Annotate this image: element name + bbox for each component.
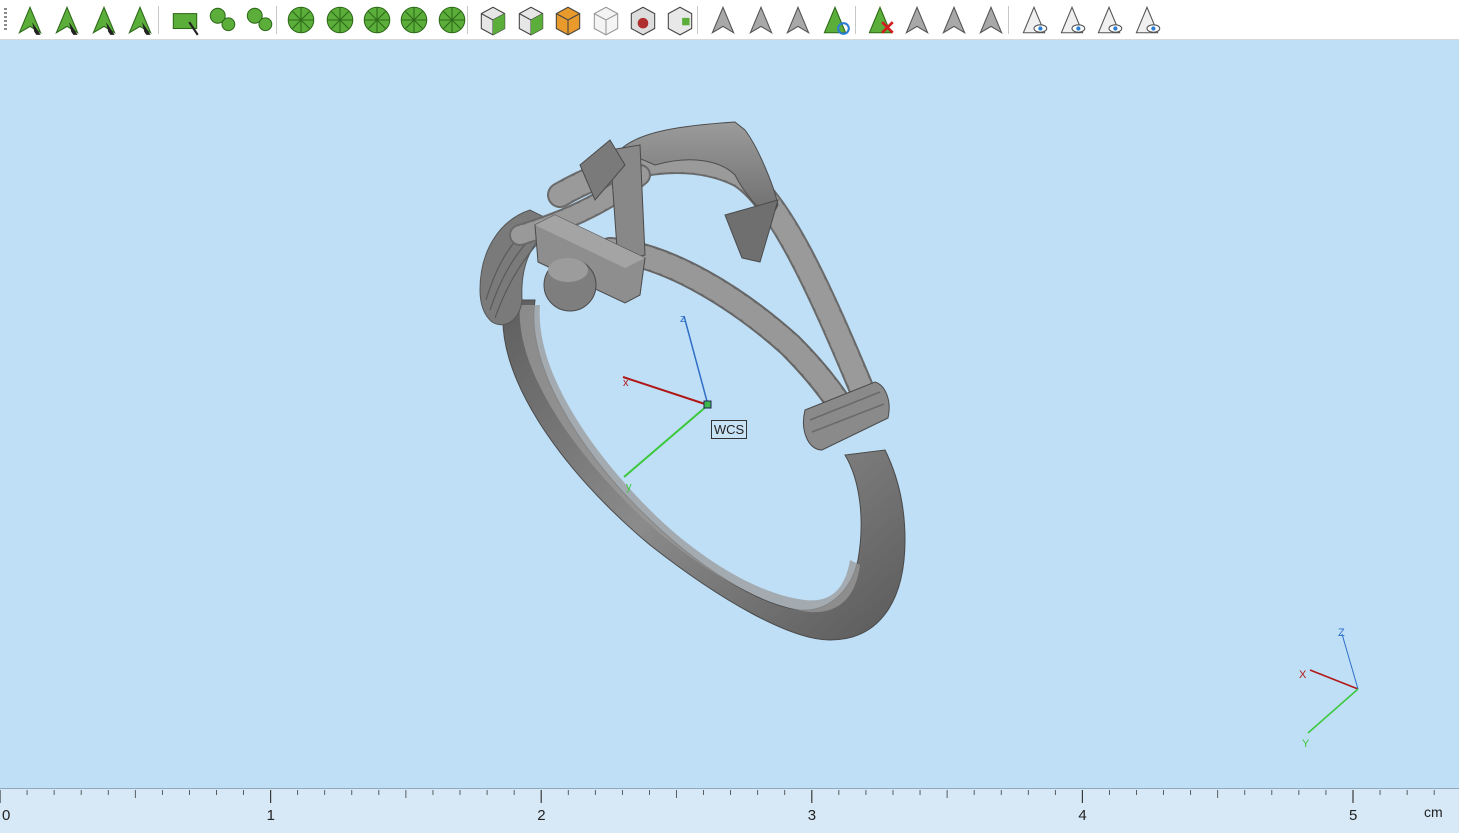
object-hide-icon: [1022, 5, 1048, 34]
wcs-label: WCS: [711, 420, 747, 439]
toolbar: [0, 0, 1459, 40]
object-select-button[interactable]: [706, 3, 740, 37]
object-multi-select-button[interactable]: [744, 3, 778, 37]
object-paste-icon: [979, 5, 1003, 35]
object-feature-select-button[interactable]: [781, 3, 815, 37]
object-hide-all-button[interactable]: [1130, 3, 1164, 37]
toolbar-separator: [855, 6, 856, 34]
object-paste-button[interactable]: [974, 3, 1008, 37]
object-eye-button[interactable]: [1092, 3, 1126, 37]
object-hide-all-icon: [1135, 5, 1161, 34]
mesh-wheel-button[interactable]: [397, 3, 431, 37]
select-point-icon: [18, 5, 42, 35]
triad-y-label: Y: [1302, 738, 1310, 750]
cube-orange-icon: [555, 6, 581, 36]
object-hide-button[interactable]: [1017, 3, 1051, 37]
viewport-scene: x y z X Y Z: [479, 121, 1359, 750]
object-refresh-button[interactable]: [818, 3, 852, 37]
object-split-button[interactable]: [900, 3, 934, 37]
mesh-star-icon: [363, 6, 391, 34]
ruler-label: 2: [537, 807, 546, 824]
toolbar-grip[interactable]: [4, 8, 7, 32]
face-blob-button[interactable]: [205, 3, 239, 37]
wcs-y-label: y: [626, 481, 632, 493]
ring-model[interactable]: [479, 121, 906, 641]
ruler-label: 0: [2, 807, 11, 824]
face-curve-icon: [246, 7, 273, 32]
object-delete-button[interactable]: [863, 3, 897, 37]
object-show-button[interactable]: [1055, 3, 1089, 37]
mesh-wheel-icon: [400, 6, 428, 34]
ruler-ticks: [0, 790, 1435, 803]
wcs-origin: [703, 400, 712, 409]
cube-green-icon: [667, 6, 693, 36]
mesh-sector-icon: [438, 6, 466, 34]
cube-red-icon: [630, 6, 656, 36]
select-curve-button[interactable]: [87, 3, 121, 37]
cube-orange-button[interactable]: [551, 3, 585, 37]
object-refresh-icon: [823, 5, 850, 35]
select-curve-icon: [92, 5, 116, 35]
select-surface-button[interactable]: [50, 3, 84, 37]
toolbar-separator: [1008, 6, 1009, 34]
select-surface-icon: [55, 5, 79, 35]
triad-z-label: Z: [1338, 627, 1345, 639]
cube-wire-button[interactable]: [589, 3, 623, 37]
toolbar-separator: [158, 6, 159, 34]
ruler-label: 3: [807, 807, 817, 824]
object-feature-select-icon: [786, 5, 810, 35]
face-box-icon: [172, 13, 199, 36]
ruler-label: 4: [1078, 807, 1087, 824]
object-select-icon: [711, 5, 735, 35]
mesh-blobs-icon: [326, 6, 354, 34]
ruler-label: 1: [266, 807, 275, 824]
cube-solid-button[interactable]: [514, 3, 548, 37]
ruler-unit: cm: [1424, 804, 1443, 820]
wcs-axes: x y z: [622, 313, 712, 493]
ruler-label: 5: [1349, 807, 1358, 824]
cube-solid-icon: [518, 6, 544, 36]
wcs-z-label: z: [680, 313, 686, 325]
mesh-sector-button[interactable]: [435, 3, 469, 37]
select-point-button[interactable]: [13, 3, 47, 37]
toolbar-separator: [276, 6, 277, 34]
ruler: 0 1 2 3 4 5 cm: [0, 788, 1459, 833]
select-solid-button[interactable]: [123, 3, 157, 37]
cube-red-button[interactable]: [626, 3, 660, 37]
mesh-blobs-button[interactable]: [323, 3, 357, 37]
wcs-z-axis: [683, 315, 709, 406]
wcs-x-label: x: [623, 377, 629, 389]
triad-x-label: X: [1299, 669, 1307, 681]
object-split-icon: [905, 5, 929, 35]
mesh-facets-icon: [287, 6, 315, 34]
mesh-facets-button[interactable]: [284, 3, 318, 37]
wcs-x-axis: [622, 376, 709, 406]
orientation-triad: X Y Z: [1299, 627, 1359, 750]
object-eye-icon: [1097, 5, 1123, 34]
cube-wire-icon: [593, 6, 619, 36]
wcs-y-axis: [623, 404, 709, 478]
object-multi-select-icon: [749, 5, 773, 35]
toolbar-separator: [697, 6, 698, 34]
cube-shaded-button[interactable]: [476, 3, 510, 37]
3d-viewport[interactable]: x y z X Y Z WCS: [0, 40, 1459, 788]
object-show-icon: [1060, 5, 1086, 34]
object-delete-icon: [868, 5, 894, 34]
object-copy-icon: [942, 5, 966, 35]
face-curve-button[interactable]: [242, 3, 276, 37]
mesh-star-button[interactable]: [360, 3, 394, 37]
face-blob-icon: [209, 7, 236, 32]
cube-shaded-icon: [480, 6, 506, 36]
object-copy-button[interactable]: [937, 3, 971, 37]
anchor-fluke: [724, 199, 779, 263]
face-box-button[interactable]: [168, 3, 202, 37]
cube-green-button[interactable]: [663, 3, 697, 37]
select-solid-icon: [128, 5, 152, 35]
